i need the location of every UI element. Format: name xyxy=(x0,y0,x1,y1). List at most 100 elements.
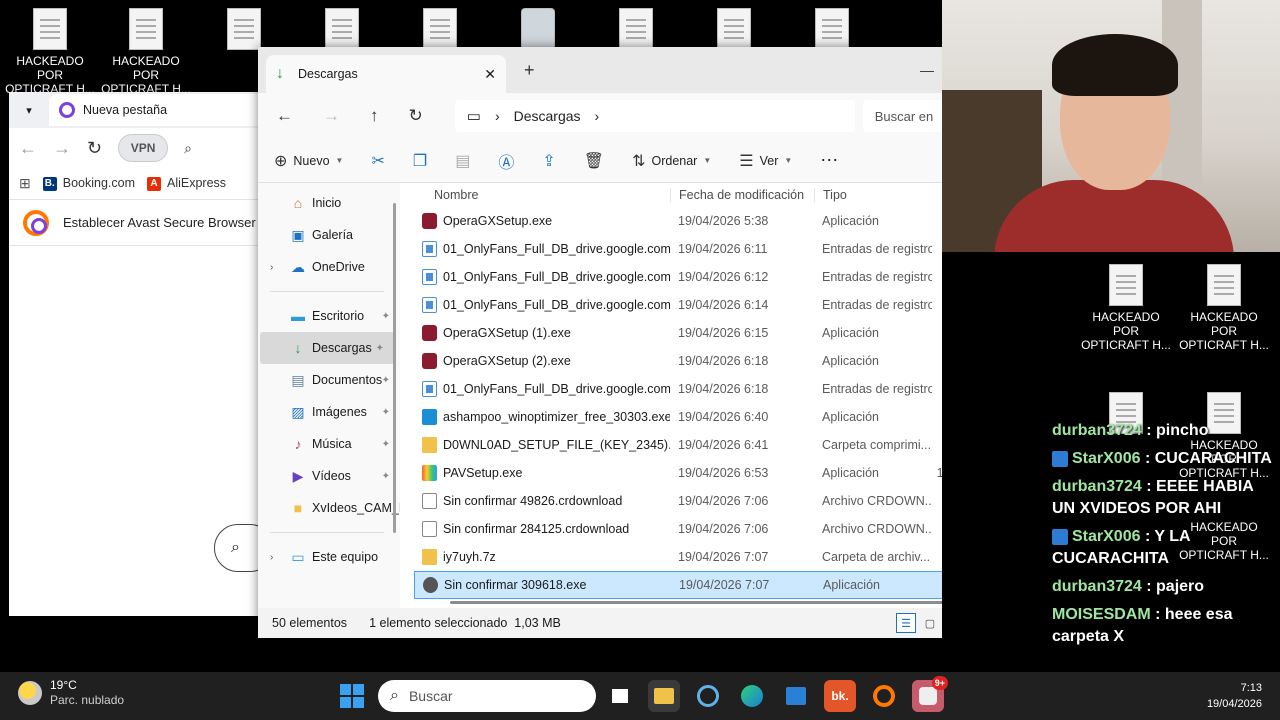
file-name: 01_OnlyFans_Full_DB_drive.google.com ... xyxy=(443,382,670,396)
details-view-icon[interactable]: ☰ xyxy=(896,613,916,633)
rename-button[interactable]: Ⓐ xyxy=(498,149,514,173)
weather-widget[interactable]: 19°C Parc. nublado xyxy=(18,678,124,708)
more-button[interactable]: ⋯ xyxy=(820,150,838,171)
sort-label: Ordenar xyxy=(651,153,698,168)
browser-tab[interactable]: Nueva pestaña xyxy=(49,94,269,126)
default-browser-banner[interactable]: Establecer Avast Secure Browser c xyxy=(9,200,271,246)
column-headers: Nombre Fecha de modificación Tipo xyxy=(414,183,942,207)
desktop-icon[interactable]: HACKEADO POR OPTICRAFT H... xyxy=(98,8,194,96)
edge-icon[interactable] xyxy=(736,680,768,712)
partly-cloudy-icon xyxy=(18,681,42,705)
file-row[interactable]: Sin confirmar 309618.exe 19/04/2026 7:07 A… xyxy=(414,571,942,599)
task-view-icon[interactable] xyxy=(604,680,636,712)
status-bar: 50 elementos 1 elemento seleccionado 1,0… xyxy=(258,608,942,638)
desktop-icon[interactable]: HACKEADO POR OPTICRAFT H... xyxy=(1176,264,1272,352)
avast-logo-icon xyxy=(23,209,49,236)
file-row[interactable]: 01_OnlyFans_Full_DB_drive.google.com ...… xyxy=(414,263,942,291)
desktop-icon[interactable]: HACKEADO POR OPTICRAFT H... xyxy=(1078,264,1174,352)
view-button[interactable]: ☰ Ver ▼ xyxy=(739,151,792,171)
back-arrow-icon[interactable]: ← xyxy=(276,106,293,126)
new-button[interactable]: ⊕ Nuevo ▼ xyxy=(274,151,343,171)
file-row[interactable]: PAVSetup.exe 19/04/2026 6:53 Aplicación 100… xyxy=(414,459,942,487)
minimize-icon[interactable]: — xyxy=(920,62,934,78)
nav-item-imagenes[interactable]: ▨ Imágenes ✦ xyxy=(258,396,400,428)
nav-item-este-equipo[interactable]: › ▭ Este equipo xyxy=(258,541,400,573)
file-row[interactable]: iy7uyh.7z 19/04/2026 7:07 Carpeta de archi… xyxy=(414,543,942,571)
explorer-tab[interactable]: ↓ Descargas ✕ xyxy=(266,55,506,93)
tiles-view-icon[interactable]: ▢ xyxy=(920,613,940,633)
column-header-type[interactable]: Tipo xyxy=(814,188,932,202)
support-icon[interactable] xyxy=(692,680,724,712)
breadcrumb[interactable]: Descargas xyxy=(514,108,581,124)
forward-arrow-icon[interactable]: → xyxy=(53,138,71,159)
chevron-down-icon[interactable]: ▾ xyxy=(17,98,41,122)
apps-grid-icon[interactable]: ⊞ xyxy=(19,175,31,192)
share-button[interactable]: ⇪ xyxy=(542,151,555,171)
start-button[interactable] xyxy=(340,684,364,708)
nav-item-onedrive[interactable]: › ☁ OneDrive xyxy=(258,251,400,283)
search-input[interactable]: Buscar en xyxy=(862,100,942,132)
copy-button[interactable]: ❐ xyxy=(413,151,427,171)
file-row[interactable]: 01_OnlyFans_Full_DB_drive.google.com ...… xyxy=(414,375,942,403)
cut-button[interactable]: ✂ xyxy=(371,151,384,171)
chevron-right-icon[interactable]: › xyxy=(270,552,273,563)
search-icon[interactable]: ⌕ xyxy=(184,140,192,157)
nav-item-folder[interactable]: ■ XvIdeos_CAM_N xyxy=(258,492,400,524)
nav-item-galeria[interactable]: ▣ Galería xyxy=(258,219,400,251)
file-row[interactable]: 01_OnlyFans_Full_DB_drive.google.com ...… xyxy=(414,291,942,319)
nav-item-musica[interactable]: ♪ Música ✦ xyxy=(258,428,400,460)
file-row[interactable]: OperaGXSetup (1).exe 19/04/2026 6:15 Aplic… xyxy=(414,319,942,347)
file-explorer-icon[interactable] xyxy=(648,680,680,712)
desktop-icon-label: HACKEADO POR OPTICRAFT H... xyxy=(1081,310,1171,352)
column-header-name[interactable]: Nombre xyxy=(414,188,670,202)
paste-button[interactable]: ▤ xyxy=(455,151,470,171)
forward-arrow-icon[interactable]: → xyxy=(323,106,340,126)
file-row[interactable]: OperaGXSetup (2).exe 19/04/2026 6:18 Aplic… xyxy=(414,347,942,375)
close-tab-icon[interactable]: ✕ xyxy=(484,66,496,83)
bookmark-booking[interactable]: B. Booking.com xyxy=(42,176,135,191)
reload-icon[interactable]: ↻ xyxy=(87,138,102,159)
file-row[interactable]: Sin confirmar 49826.crdownload 19/04/2026… xyxy=(414,487,942,515)
store-icon[interactable] xyxy=(780,680,812,712)
taskbar-search[interactable]: ⌕ Buscar xyxy=(378,680,596,712)
file-row[interactable]: ashampoo_winoptimizer_free_30303.exe 19/0… xyxy=(414,403,942,431)
column-header-date[interactable]: Fecha de modificación xyxy=(670,188,814,202)
avast-browser-icon[interactable] xyxy=(868,680,900,712)
nav-item-descargas[interactable]: ↓ Descargas ✦ xyxy=(260,332,394,364)
chat-message: StarX006 : CUCARACHITA xyxy=(1052,448,1280,470)
sort-button[interactable]: ⇅ Ordenar ▼ xyxy=(632,151,711,171)
nav-item-inicio[interactable]: ⌂ Inicio xyxy=(258,187,400,219)
up-arrow-icon[interactable]: ↑ xyxy=(370,106,379,126)
file-row[interactable]: D0WNL0AD_SETUP_FILE_(KEY_2345).zip 19/04/… xyxy=(414,431,942,459)
nav-item-videos[interactable]: ▶ Vídeos ✦ xyxy=(258,460,400,492)
file-size: 4.009 KB xyxy=(932,354,942,368)
chat-app-icon[interactable]: 9+ xyxy=(912,676,948,712)
bookmark-aliexpress[interactable]: A AliExpress xyxy=(147,176,226,191)
copy-icon: ❐ xyxy=(412,152,428,170)
refresh-icon[interactable]: ↻ xyxy=(409,106,423,126)
address-bar[interactable]: ▭ › Descargas › xyxy=(454,100,855,132)
scrollbar-thumb[interactable] xyxy=(450,601,942,604)
nav-item-escritorio[interactable]: ▬ Escritorio ✦ xyxy=(258,300,400,332)
share-icon: ⇪ xyxy=(542,152,556,170)
file-name-cell: OperaGXSetup (2).exe xyxy=(414,353,670,369)
delete-button[interactable]: 🗑 xyxy=(584,151,604,171)
back-arrow-icon[interactable]: ← xyxy=(19,138,37,159)
view-label: Ver xyxy=(759,153,779,168)
chevron-right-icon[interactable]: › xyxy=(270,262,273,273)
scrollbar[interactable] xyxy=(393,203,396,533)
file-size: 2.836 KB xyxy=(932,550,942,564)
horizontal-scrollbar[interactable] xyxy=(430,598,942,606)
file-row[interactable]: Sin confirmar 284125.crdownload 19/04/202… xyxy=(414,515,942,543)
chevron-right-icon[interactable]: › xyxy=(595,108,600,124)
desktop-icon[interactable]: HACKEADO POR OPTICRAFT H... xyxy=(2,8,98,96)
vpn-button[interactable]: VPN xyxy=(118,134,169,162)
clock[interactable]: 7:13 19/04/2026 xyxy=(1207,680,1262,712)
nav-item-documentos[interactable]: ▤ Documentos ✦ xyxy=(258,364,400,396)
new-tab-icon[interactable]: + xyxy=(524,60,535,81)
file-row[interactable]: 01_OnlyFans_Full_DB_drive.google.com ...… xyxy=(414,235,942,263)
file-row[interactable]: OperaGXSetup.exe 19/04/2026 5:38 Aplicació… xyxy=(414,207,942,235)
booking-icon[interactable]: bk. xyxy=(824,680,856,712)
chevron-down-icon: ▼ xyxy=(703,156,712,165)
weather-condition: Parc. nublado xyxy=(50,693,125,707)
